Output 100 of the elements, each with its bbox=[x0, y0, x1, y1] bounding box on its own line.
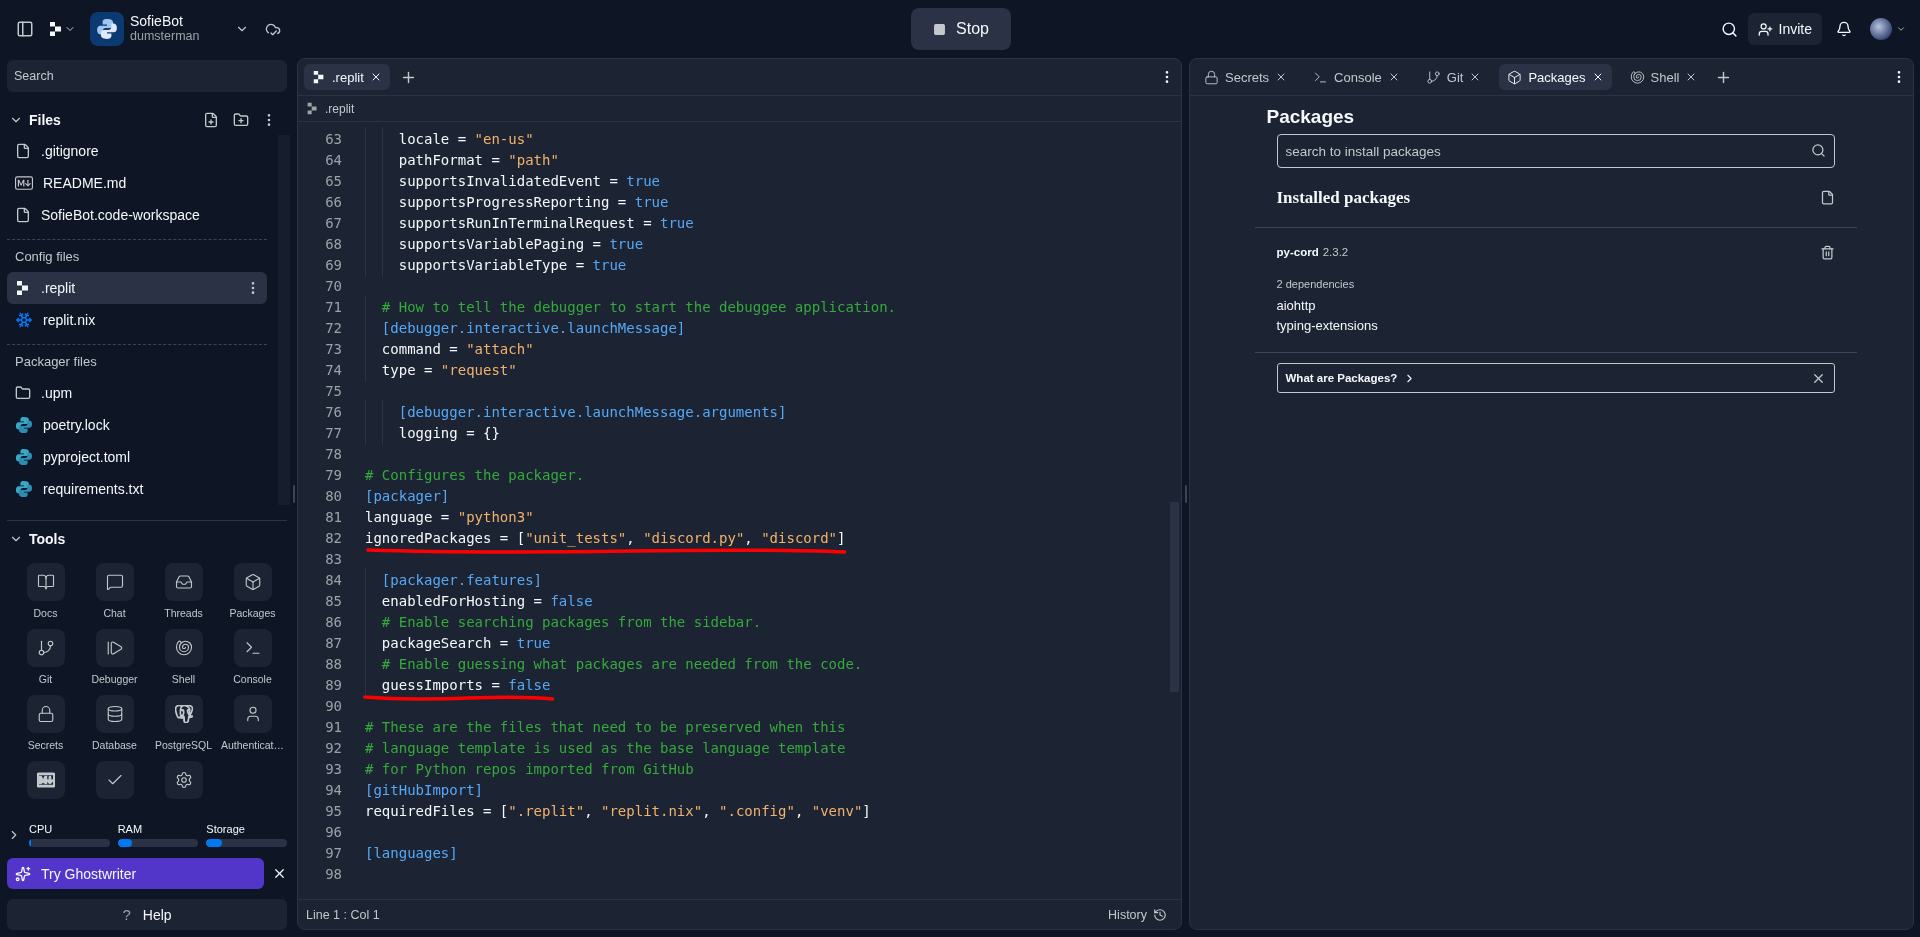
code-line: # Configures the packager. bbox=[365, 466, 585, 483]
tool-button[interactable] bbox=[164, 563, 203, 602]
section-heading: Installed packages bbox=[1276, 187, 1412, 208]
cloud-check-icon[interactable] bbox=[265, 21, 282, 37]
code-line: [debugger.interactive.launchMessage.arguments] bbox=[365, 403, 787, 420]
breadcrumb[interactable]: .replit bbox=[325, 101, 355, 116]
user-plus-icon bbox=[1757, 21, 1773, 37]
code-line: command = "attach" bbox=[365, 340, 534, 357]
tool-button[interactable] bbox=[233, 695, 272, 734]
elephant-icon bbox=[174, 705, 193, 724]
file-item[interactable]: pyproject.toml bbox=[7, 441, 267, 474]
file-item[interactable]: poetry.lock bbox=[7, 409, 267, 442]
line-number: 81 bbox=[324, 508, 342, 525]
editor-tab[interactable]: .replit bbox=[304, 64, 390, 90]
chevron-down-icon[interactable] bbox=[1896, 24, 1906, 34]
tool-button[interactable] bbox=[164, 761, 203, 800]
ghostwriter-button[interactable]: Try Ghostwriter bbox=[7, 858, 264, 890]
tool-button[interactable] bbox=[26, 629, 65, 668]
files-heading: Files bbox=[29, 111, 62, 128]
line-number: 68 bbox=[324, 235, 342, 252]
panel-tab[interactable]: Packages bbox=[1499, 64, 1612, 90]
file-item[interactable]: SofieBot.code-workspace bbox=[7, 199, 267, 232]
replit-logo-icon bbox=[312, 70, 326, 84]
file-item[interactable]: .gitignore bbox=[7, 135, 267, 168]
chat-icon bbox=[105, 573, 124, 592]
code-line: # Enable guessing what packages are needed from the code. bbox=[365, 655, 863, 672]
tool-button[interactable] bbox=[26, 563, 65, 602]
stop-button[interactable]: Stop bbox=[911, 8, 1011, 50]
file-icon[interactable] bbox=[1819, 190, 1835, 205]
line-number: 96 bbox=[324, 823, 342, 840]
file-item[interactable]: requirements.txt bbox=[7, 473, 267, 506]
code-line: packageSearch = true bbox=[365, 634, 551, 651]
replit-logo-icon bbox=[15, 280, 31, 297]
user-avatar[interactable] bbox=[1870, 18, 1892, 40]
line-number: 82 bbox=[324, 529, 342, 546]
tool-button[interactable] bbox=[26, 695, 65, 734]
history-button[interactable]: History bbox=[1102, 906, 1173, 923]
line-number: 71 bbox=[324, 298, 342, 315]
file-item[interactable]: .replit bbox=[7, 272, 267, 305]
sparkle-icon bbox=[15, 865, 31, 882]
tool-label: Packages bbox=[229, 607, 276, 620]
tool-button[interactable] bbox=[95, 695, 134, 734]
line-number: 76 bbox=[324, 403, 342, 420]
line-number: 69 bbox=[324, 256, 342, 273]
tool-button[interactable] bbox=[95, 563, 134, 602]
project-avatar[interactable] bbox=[90, 12, 124, 46]
panel-tab[interactable]: Secrets bbox=[1196, 64, 1296, 90]
code-line: [debugger.interactive.launchMessage] bbox=[365, 319, 686, 336]
meter-label: RAM bbox=[117, 823, 144, 836]
line-number: 86 bbox=[324, 613, 342, 630]
tools-heading: Tools bbox=[29, 531, 67, 548]
search-icon bbox=[1810, 143, 1826, 158]
tool-button[interactable] bbox=[233, 563, 272, 602]
new-file-icon[interactable] bbox=[203, 111, 219, 128]
tool-button[interactable] bbox=[26, 761, 65, 800]
invite-button[interactable]: Invite bbox=[1747, 13, 1822, 45]
line-number: 63 bbox=[324, 130, 342, 147]
tool-label: Database bbox=[92, 739, 137, 752]
panel-tab[interactable]: Git bbox=[1417, 64, 1490, 90]
replit-menu-button[interactable] bbox=[48, 21, 76, 37]
file-item[interactable]: README.md bbox=[7, 167, 267, 200]
replit-logo-icon bbox=[306, 102, 319, 115]
code-line: guessImports = false bbox=[365, 676, 551, 693]
sidebar-toggle-icon[interactable] bbox=[16, 20, 34, 38]
bell-icon[interactable] bbox=[1836, 21, 1852, 37]
tool-label: Authenticat… bbox=[220, 739, 284, 752]
terminal-icon bbox=[1313, 69, 1329, 85]
branch-icon bbox=[1425, 69, 1441, 85]
help-link[interactable]: What are Packages? bbox=[1285, 371, 1811, 385]
section-label: Packager files bbox=[7, 344, 267, 378]
trash-icon[interactable] bbox=[1819, 244, 1835, 260]
tool-label: PostgreSQL bbox=[154, 739, 213, 752]
file-item[interactable]: replit.nix bbox=[7, 304, 267, 337]
line-number: 91 bbox=[324, 718, 342, 735]
line-number: 66 bbox=[324, 193, 342, 210]
code-line: ignoredPackages = ["unit_tests", "discord.py", "discord"] bbox=[365, 529, 846, 546]
file-item[interactable]: .upm bbox=[7, 377, 267, 410]
code-line: # How to tell the debugger to start the debuggee application. bbox=[365, 298, 896, 315]
panel-tab[interactable]: Console bbox=[1305, 64, 1408, 90]
meter-label: CPU bbox=[29, 823, 54, 836]
search-field[interactable]: Search bbox=[7, 60, 287, 92]
cube-icon bbox=[1507, 69, 1523, 85]
line-number: 98 bbox=[324, 865, 342, 882]
line-number: 65 bbox=[324, 172, 342, 189]
tool-label: Debugger bbox=[91, 673, 138, 686]
line-number: 72 bbox=[324, 319, 342, 336]
tool-button[interactable] bbox=[164, 695, 203, 734]
code-line: enabledForHosting = false bbox=[365, 592, 593, 609]
line-number: 93 bbox=[324, 760, 342, 777]
line-number: 88 bbox=[324, 655, 342, 672]
python-icon bbox=[15, 416, 33, 435]
dependency-count: 2 dependencies bbox=[1276, 278, 1356, 290]
code-line: # language template is used as the base language template bbox=[365, 739, 846, 756]
help-button[interactable]: ? Help bbox=[7, 899, 287, 930]
tool-button[interactable] bbox=[164, 629, 203, 668]
tool-button[interactable] bbox=[95, 629, 134, 668]
package-search-field[interactable]: search to install packages bbox=[1276, 134, 1835, 168]
search-icon[interactable] bbox=[1720, 20, 1738, 38]
new-folder-icon[interactable] bbox=[233, 111, 249, 128]
panel-tab[interactable]: Shell bbox=[1621, 64, 1706, 90]
